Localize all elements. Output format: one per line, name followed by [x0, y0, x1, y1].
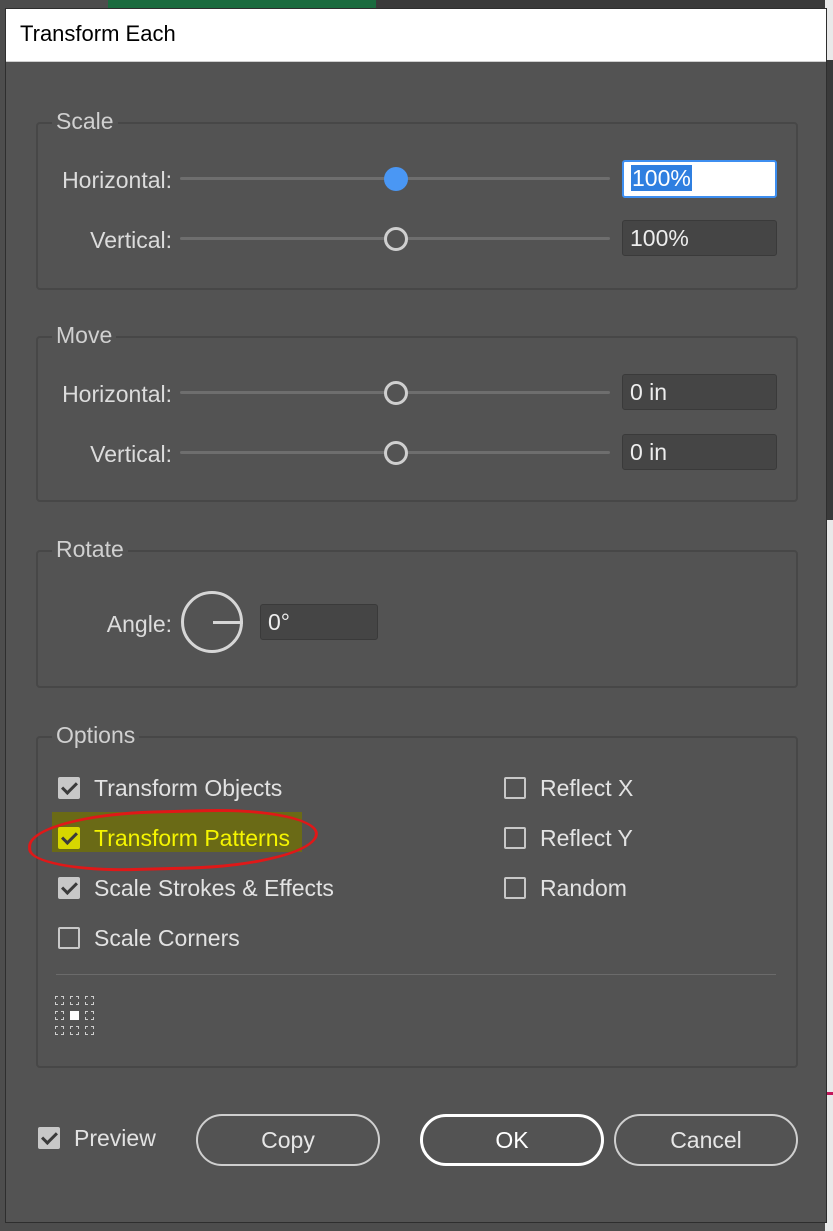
scale-corners-label: Scale Corners — [94, 925, 240, 951]
scale-corners-checkbox[interactable] — [58, 927, 80, 949]
background-app-toolbar — [376, 0, 833, 8]
move-vertical-label: Vertical: — [90, 441, 172, 467]
title-bar[interactable]: Transform Each — [6, 9, 826, 62]
scale-vertical-label: Vertical: — [90, 227, 172, 253]
move-group-label: Move — [52, 322, 117, 349]
scale-horizontal-value: 100% — [631, 165, 692, 191]
preview-checkbox[interactable] — [38, 1127, 60, 1149]
move-horizontal-input[interactable]: 0 in — [622, 374, 777, 410]
move-vertical-slider-knob[interactable] — [384, 441, 408, 465]
options-group-label: Options — [52, 722, 140, 749]
scale-vertical-input[interactable]: 100% — [622, 220, 777, 256]
angle-dial[interactable] — [181, 591, 243, 653]
scale-strokes-checkbox[interactable] — [58, 877, 80, 899]
background-app-strip — [108, 0, 376, 8]
move-vertical-input[interactable]: 0 in — [622, 434, 777, 470]
transform-patterns-checkbox[interactable] — [58, 827, 80, 849]
scale-horizontal-slider-knob[interactable] — [384, 167, 408, 191]
angle-input[interactable]: 0° — [260, 604, 378, 640]
transform-patterns-label: Transform Patterns — [94, 825, 290, 851]
cancel-button[interactable]: Cancel — [614, 1114, 798, 1166]
random-checkbox[interactable] — [504, 877, 526, 899]
scale-group — [36, 122, 798, 290]
scale-horizontal-input[interactable]: 100% — [622, 160, 777, 198]
reflect-y-label: Reflect Y — [540, 825, 633, 851]
reflect-x-checkbox[interactable] — [504, 777, 526, 799]
move-horizontal-label: Horizontal: — [62, 381, 172, 407]
transform-objects-label: Transform Objects — [94, 775, 283, 801]
scale-vertical-slider-knob[interactable] — [384, 227, 408, 251]
reference-point-icon[interactable] — [55, 996, 95, 1036]
angle-label: Angle: — [106, 611, 172, 637]
reflect-x-label: Reflect X — [540, 775, 634, 801]
reflect-y-checkbox[interactable] — [504, 827, 526, 849]
ok-button[interactable]: OK — [420, 1114, 604, 1166]
options-divider — [56, 974, 776, 975]
scale-group-label: Scale — [52, 108, 118, 135]
transform-objects-checkbox[interactable] — [58, 777, 80, 799]
scale-strokes-label: Scale Strokes & Effects — [94, 875, 334, 901]
preview-label: Preview — [74, 1125, 156, 1151]
scale-horizontal-label: Horizontal: — [62, 167, 172, 193]
move-horizontal-slider-knob[interactable] — [384, 381, 408, 405]
dialog-title: Transform Each — [20, 21, 176, 46]
move-group — [36, 336, 798, 502]
rotate-group-label: Rotate — [52, 536, 128, 563]
copy-button[interactable]: Copy — [196, 1114, 380, 1166]
random-label: Random — [540, 875, 627, 901]
